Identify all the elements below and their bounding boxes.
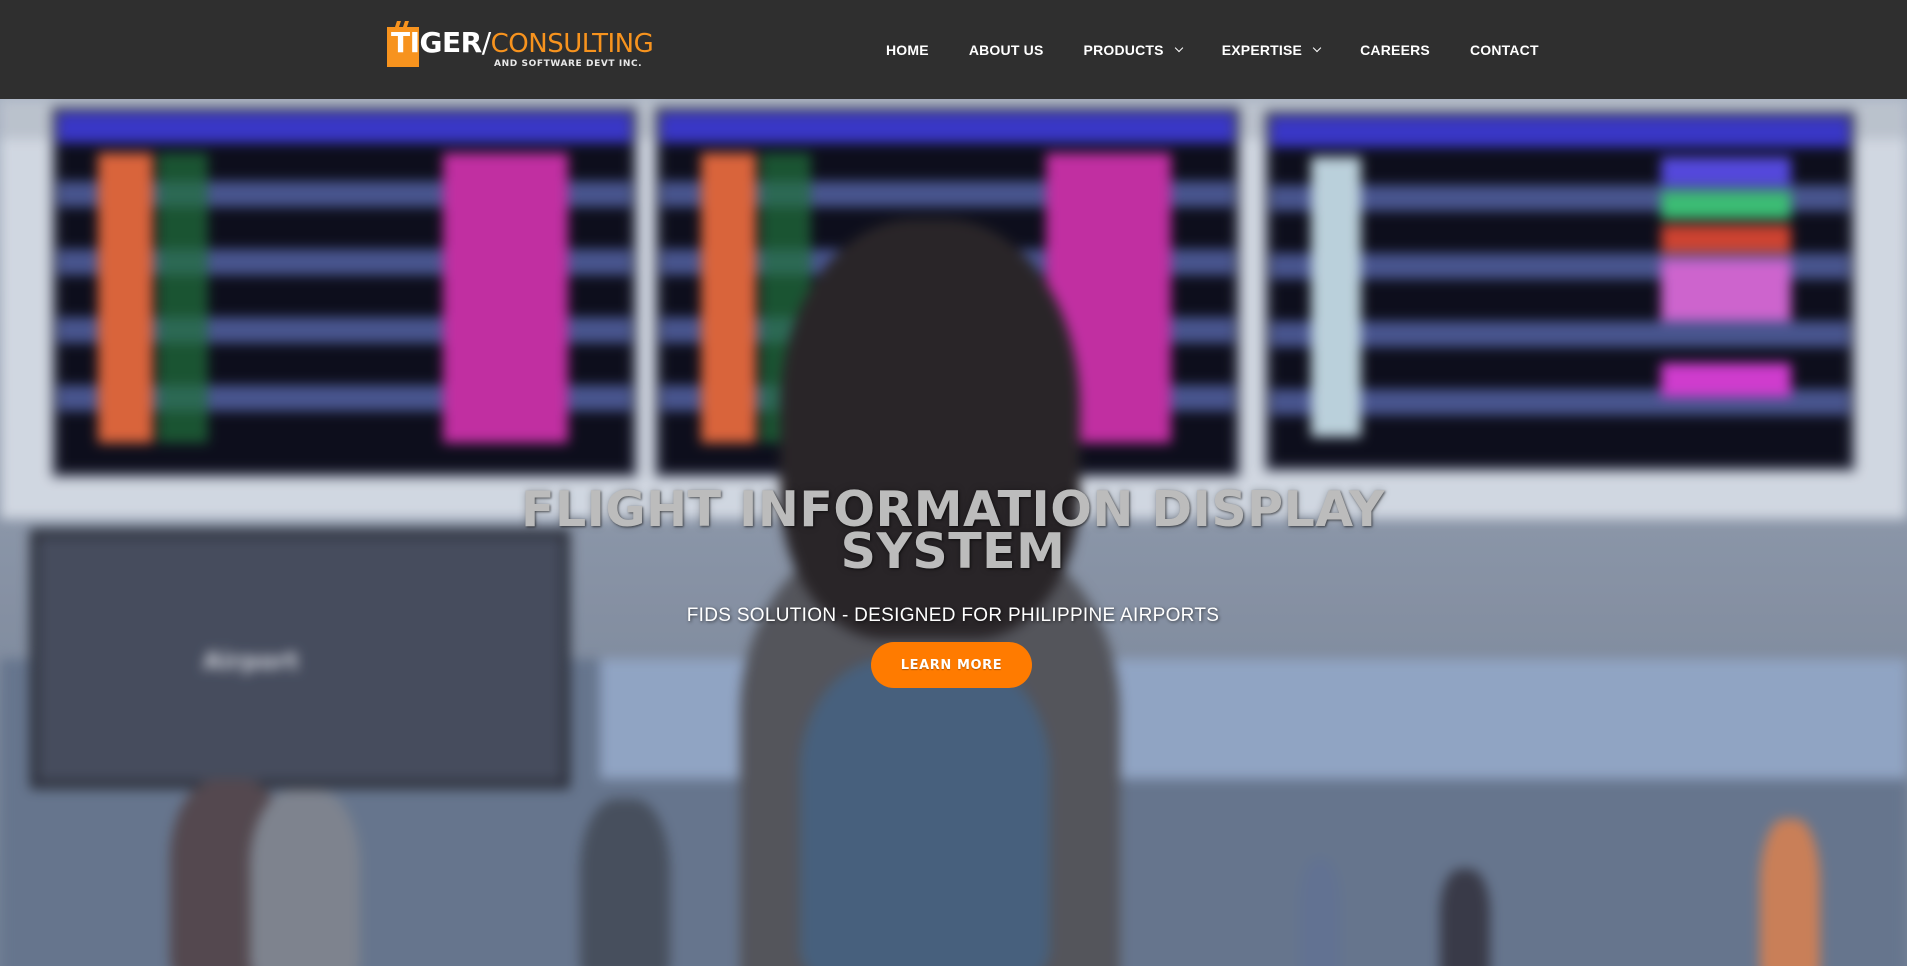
nav-item-careers[interactable]: CAREERS: [1360, 42, 1430, 58]
nav-item-about-us[interactable]: ABOUT US: [969, 42, 1044, 58]
hero-subtitle: FIDS SOLUTION - DESIGNED FOR PHILIPPINE …: [686, 605, 1220, 626]
nav-item-home[interactable]: HOME: [886, 42, 929, 58]
nav-item-label: EXPERTISE: [1221, 41, 1303, 58]
chevron-down-icon: [1174, 43, 1183, 53]
hero-section: Airport FLIGHT INFORMATION DISPLAY SYSTE…: [0, 99, 1907, 966]
nav-item-label: ABOUT US: [968, 41, 1044, 58]
learn-more-button[interactable]: LEARN MORE: [871, 642, 1032, 688]
nav-item-products[interactable]: PRODUCTS: [1083, 41, 1183, 58]
brand-name: TIGER/CONSULTING: [391, 26, 654, 61]
main-nav: HOME ABOUT US PRODUCTS EXPERTISE CAREERS…: [886, 0, 1539, 99]
nav-item-contact[interactable]: CONTACT: [1470, 42, 1539, 58]
nav-item-label: HOME: [886, 41, 929, 58]
hero-title: FLIGHT INFORMATION DISPLAY SYSTEM: [520, 481, 1386, 580]
site-header: TIGER/CONSULTING AND SOFTWARE DEVT INC. …: [0, 0, 1907, 99]
nav-item-label: PRODUCTS: [1083, 41, 1164, 58]
nav-item-label: CONTACT: [1469, 41, 1539, 58]
brand-name-part1: TIGER: [391, 26, 482, 59]
brand-tagline: AND SOFTWARE DEVT INC.: [494, 59, 643, 69]
hero-content: FLIGHT INFORMATION DISPLAY SYSTEM FIDS S…: [0, 99, 1907, 966]
nav-item-expertise[interactable]: EXPERTISE: [1221, 41, 1322, 58]
brand-logo[interactable]: TIGER/CONSULTING AND SOFTWARE DEVT INC.: [387, 21, 654, 72]
brand-name-part2: CONSULTING: [490, 29, 654, 59]
brand-slash: /: [481, 26, 491, 59]
chevron-down-icon: [1312, 43, 1322, 53]
nav-item-label: CAREERS: [1360, 41, 1430, 58]
